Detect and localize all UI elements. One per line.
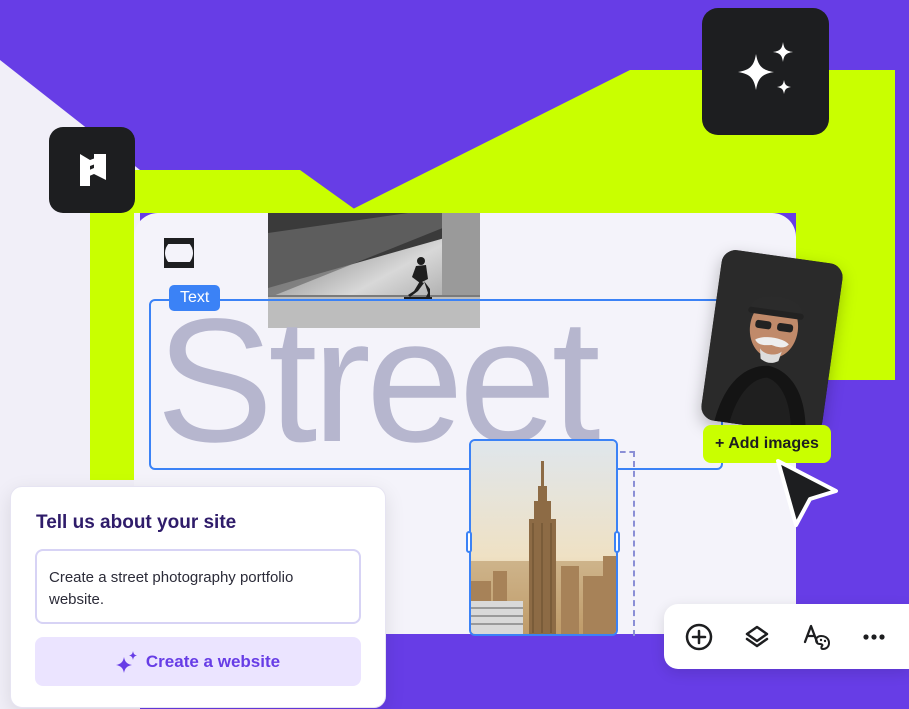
- plus-circle-icon: [685, 623, 713, 650]
- hostinger-logo-badge: [49, 127, 135, 213]
- panel-title: Tell us about your site: [36, 512, 237, 533]
- site-prompt-textarea[interactable]: Create a street photography portfolio we…: [35, 549, 361, 624]
- portrait-photo-card[interactable]: [699, 248, 845, 436]
- add-element-button[interactable]: [677, 615, 721, 659]
- layers-icon: [746, 625, 769, 647]
- text-element-tag: Text: [169, 285, 221, 311]
- sparkles-icon: [737, 41, 793, 94]
- empire-state-photo: [471, 441, 616, 634]
- resize-handle-right[interactable]: [614, 531, 620, 553]
- old-man-portrait: [699, 248, 845, 436]
- resize-handle-left[interactable]: [466, 531, 472, 553]
- create-website-label: Create a website: [145, 651, 281, 671]
- more-options-button[interactable]: [852, 615, 896, 659]
- more-icon: [863, 633, 885, 640]
- alignment-guide: [620, 451, 635, 636]
- pointer-cursor-icon: [776, 459, 838, 527]
- hostinger-logo-icon: [80, 154, 106, 186]
- layers-button[interactable]: [735, 615, 779, 659]
- skyline-photo-frame[interactable]: [469, 439, 618, 636]
- styles-button[interactable]: [794, 615, 838, 659]
- create-website-button[interactable]: Create a website: [35, 637, 361, 686]
- site-brand-mark-icon: [164, 238, 194, 268]
- ai-sparkles-badge[interactable]: [702, 8, 829, 135]
- palette-text-icon: [803, 624, 830, 650]
- editor-toolbar: [664, 604, 909, 669]
- sparkles-icon: [115, 650, 137, 673]
